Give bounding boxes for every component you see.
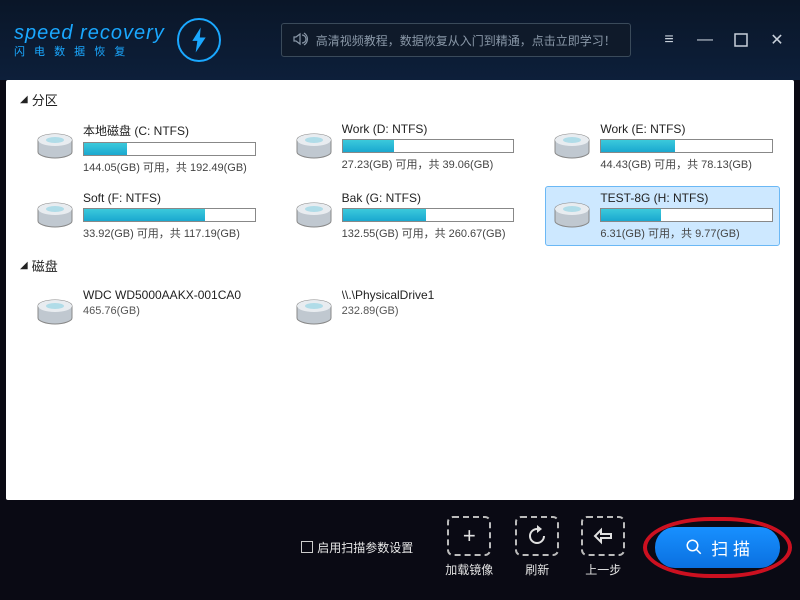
scan-params-checkbox[interactable]: 启用扫描参数设置	[301, 539, 413, 556]
drive-icon	[294, 126, 334, 166]
usage-bar	[83, 208, 256, 222]
scan-button-highlight: 扫 描	[655, 527, 780, 568]
checkbox-icon	[301, 541, 313, 553]
drive-icon	[552, 126, 592, 166]
usage-bar	[342, 139, 515, 153]
caret-down-icon: ◢	[20, 94, 28, 105]
disk-size: 465.76(GB)	[83, 305, 256, 317]
refresh-icon	[515, 516, 559, 556]
usage-bar	[600, 208, 773, 222]
drive-icon	[35, 195, 75, 235]
disks-label: 磁盘	[32, 256, 58, 275]
drive-name: Bak (G: NTFS)	[342, 191, 515, 205]
disks-section: ◢ 磁盘 WDC WD5000AAKX-001CA0 465.76(GB) \\.\…	[20, 256, 780, 337]
logo-text: speed recovery	[14, 22, 165, 45]
drive-panel: ◢ 分区 本地磁盘 (C: NTFS) 144.05(GB) 可用，共 192.4…	[6, 80, 794, 500]
partition-item[interactable]: 本地磁盘 (C: NTFS) 144.05(GB) 可用，共 192.49(GB)	[28, 117, 263, 180]
window-controls: ≡ — ✕	[660, 31, 786, 49]
disk-size: 232.89(GB)	[342, 305, 515, 317]
partition-item[interactable]: Bak (G: NTFS) 132.55(GB) 可用，共 260.67(GB)	[287, 186, 522, 246]
partition-item[interactable]: Work (E: NTFS) 44.43(GB) 可用，共 78.13(GB)	[545, 117, 780, 180]
drive-stats: 6.31(GB) 可用，共 9.77(GB)	[600, 225, 773, 241]
usage-bar	[342, 208, 515, 222]
back-button[interactable]: 上一步	[581, 516, 625, 578]
lightning-icon	[177, 18, 221, 62]
partition-item[interactable]: Work (D: NTFS) 27.23(GB) 可用，共 39.06(GB)	[287, 117, 522, 180]
partitions-header[interactable]: ◢ 分区	[20, 90, 780, 109]
logo-subtitle: 闪 电 数 据 恢 复	[14, 43, 165, 59]
speaker-icon	[292, 31, 308, 50]
usage-bar	[600, 139, 773, 153]
disk-item[interactable]: \\.\PhysicalDrive1 232.89(GB)	[287, 283, 522, 337]
menu-icon[interactable]: ≡	[660, 31, 678, 49]
partition-item[interactable]: Soft (F: NTFS) 33.92(GB) 可用，共 117.19(GB)	[28, 186, 263, 246]
drive-icon	[35, 292, 75, 332]
minimize-button[interactable]: —	[696, 31, 714, 49]
disk-item[interactable]: WDC WD5000AAKX-001CA0 465.76(GB)	[28, 283, 263, 337]
drive-icon	[294, 292, 334, 332]
promo-banner[interactable]: 高清视频教程，数据恢复从入门到精通，点击立即学习！	[281, 23, 631, 57]
caret-down-icon: ◢	[20, 260, 28, 271]
promo-text: 高清视频教程，数据恢复从入门到精通，点击立即学习！	[316, 32, 616, 49]
disk-name: \\.\PhysicalDrive1	[342, 288, 515, 302]
drive-name: TEST-8G (H: NTFS)	[600, 191, 773, 205]
scan-button[interactable]: 扫 描	[655, 527, 780, 568]
footer-bar: 启用扫描参数设置 + 加载镜像 刷新 上一步 扫 描	[0, 500, 800, 594]
partitions-section: ◢ 分区 本地磁盘 (C: NTFS) 144.05(GB) 可用，共 192.4…	[20, 90, 780, 246]
drive-icon	[35, 126, 75, 166]
drive-stats: 44.43(GB) 可用，共 78.13(GB)	[600, 156, 773, 172]
close-button[interactable]: ✕	[768, 31, 786, 49]
usage-bar	[83, 142, 256, 156]
drive-name: Work (E: NTFS)	[600, 122, 773, 136]
search-icon	[685, 538, 703, 556]
refresh-button[interactable]: 刷新	[515, 516, 559, 578]
disks-header[interactable]: ◢ 磁盘	[20, 256, 780, 275]
partition-item[interactable]: TEST-8G (H: NTFS) 6.31(GB) 可用，共 9.77(GB)	[545, 186, 780, 246]
maximize-button[interactable]	[732, 31, 750, 49]
plus-icon: +	[447, 516, 491, 556]
drive-stats: 132.55(GB) 可用，共 260.67(GB)	[342, 225, 515, 241]
partitions-label: 分区	[32, 90, 58, 109]
drive-stats: 33.92(GB) 可用，共 117.19(GB)	[83, 225, 256, 241]
title-bar: speed recovery 闪 电 数 据 恢 复 高清视频教程，数据恢复从入…	[0, 0, 800, 80]
drive-stats: 144.05(GB) 可用，共 192.49(GB)	[83, 159, 256, 175]
back-icon	[581, 516, 625, 556]
drive-name: Soft (F: NTFS)	[83, 191, 256, 205]
drive-name: Work (D: NTFS)	[342, 122, 515, 136]
drive-icon	[294, 195, 334, 235]
drive-stats: 27.23(GB) 可用，共 39.06(GB)	[342, 156, 515, 172]
drive-icon	[552, 195, 592, 235]
app-logo: speed recovery 闪 电 数 据 恢 复	[14, 18, 221, 62]
drive-name: 本地磁盘 (C: NTFS)	[83, 122, 256, 139]
load-image-button[interactable]: + 加载镜像	[445, 516, 493, 578]
disk-name: WDC WD5000AAKX-001CA0	[83, 288, 256, 302]
